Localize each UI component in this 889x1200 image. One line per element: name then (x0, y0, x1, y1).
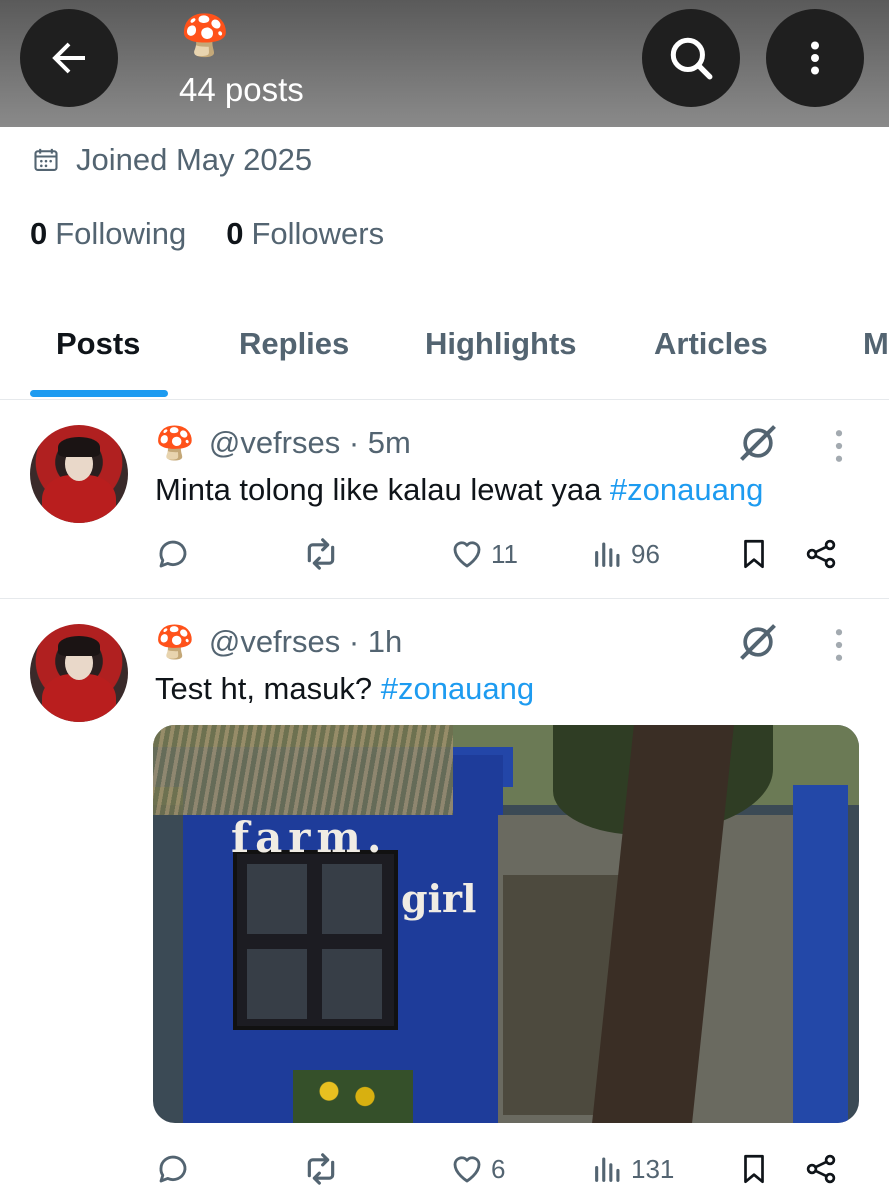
joined-date: Joined May 2025 (32, 140, 312, 180)
post-text: Minta tolong like kalau lewat yaa #zonau… (155, 469, 763, 511)
post-body: Minta tolong like kalau lewat yaa (155, 472, 610, 507)
arrow-left-icon (52, 42, 85, 74)
profile-emoji: 🍄 (180, 14, 230, 58)
following-count: 0 (30, 216, 48, 251)
share-icon (806, 539, 836, 569)
view-count: 96 (631, 538, 660, 569)
like-count: 6 (491, 1153, 506, 1184)
more-vertical-icon (811, 41, 819, 75)
joined-label: Joined May 2025 (76, 142, 313, 177)
bookmark-button[interactable] (737, 1149, 771, 1189)
storefront-sign-text: farm. (231, 813, 388, 862)
follow-stats: 0 Following 0 Followers (30, 212, 384, 256)
search-button[interactable] (642, 9, 740, 107)
tab-posts[interactable]: Posts (56, 322, 140, 366)
post-body: Test ht, masuk? (155, 671, 381, 706)
author-handle[interactable]: @vefrses (209, 624, 340, 660)
grok-icon[interactable] (736, 421, 780, 465)
author-handle[interactable]: @vefrses (209, 425, 340, 461)
repost-icon (307, 538, 335, 570)
bookmark-icon (744, 539, 764, 569)
views-button[interactable]: 96 (591, 534, 660, 574)
reply-icon (159, 540, 187, 568)
reply-icon (159, 1155, 187, 1183)
tab-highlights[interactable]: Highlights (425, 322, 577, 366)
post-header: 🍄 @vefrses · 1h (155, 620, 402, 664)
heart-icon (453, 1156, 481, 1183)
post-more-icon[interactable] (832, 628, 846, 662)
post-actions: 6 131 (155, 1149, 855, 1189)
views-chart-icon (595, 542, 620, 567)
bookmark-button[interactable] (737, 534, 771, 574)
post-text: Test ht, masuk? #zonauang (155, 668, 534, 710)
followers-label: Followers (251, 216, 385, 251)
grok-icon[interactable] (736, 620, 780, 664)
like-button[interactable]: 11 (449, 534, 518, 574)
reply-button[interactable] (155, 1149, 191, 1189)
tab-media[interactable]: M (863, 322, 889, 366)
calendar-icon (34, 148, 58, 171)
author-emoji: 🍄 (155, 425, 195, 461)
tab-articles[interactable]: Articles (654, 322, 768, 366)
avatar[interactable] (30, 624, 128, 722)
post[interactable]: 🍄 @vefrses · 1h Test ht, masuk? #zonauan… (0, 600, 889, 1200)
share-button[interactable] (803, 534, 839, 574)
hashtag-link[interactable]: #zonauang (610, 472, 763, 507)
following-label: Following (55, 216, 187, 251)
post-more-icon[interactable] (832, 429, 846, 463)
views-chart-icon (595, 1157, 620, 1182)
profile-header: 🍄 44 posts (0, 0, 889, 127)
share-button[interactable] (803, 1149, 839, 1189)
hashtag-link[interactable]: #zonauang (381, 671, 534, 706)
author-emoji: 🍄 (155, 624, 195, 660)
active-tab-indicator (30, 390, 168, 397)
repost-button[interactable] (301, 534, 341, 574)
following-link[interactable]: 0 Following (30, 216, 186, 252)
back-button[interactable] (20, 9, 118, 107)
share-icon (806, 1154, 836, 1184)
repost-button[interactable] (301, 1149, 341, 1189)
storefront-sign-vertical-text: girl (401, 875, 476, 923)
post-time: · 1h (348, 624, 403, 659)
post-time: · 5m (348, 425, 411, 460)
followers-link[interactable]: 0 Followers (226, 216, 384, 252)
followers-count: 0 (226, 216, 244, 251)
post-image[interactable]: farm. girl (153, 725, 859, 1123)
post-actions: 11 96 (155, 534, 855, 574)
like-button[interactable]: 6 (449, 1149, 505, 1189)
heart-icon (453, 541, 481, 568)
post[interactable]: 🍄 @vefrses · 5m Minta tolong like kalau … (0, 401, 889, 599)
storefront-window (233, 850, 398, 1030)
bookmark-icon (744, 1154, 764, 1184)
views-button[interactable]: 131 (591, 1149, 674, 1189)
view-count: 131 (631, 1153, 675, 1184)
more-options-button[interactable] (766, 9, 864, 107)
posts-count: 44 posts (179, 71, 304, 108)
repost-icon (307, 1153, 335, 1185)
profile-tabs: Posts Replies Highlights Articles M (0, 300, 889, 400)
reply-button[interactable] (155, 534, 191, 574)
avatar[interactable] (30, 425, 128, 523)
tab-replies[interactable]: Replies (239, 322, 349, 366)
like-count: 11 (491, 538, 518, 569)
post-header: 🍄 @vefrses · 5m (155, 421, 411, 465)
search-icon (670, 37, 713, 80)
